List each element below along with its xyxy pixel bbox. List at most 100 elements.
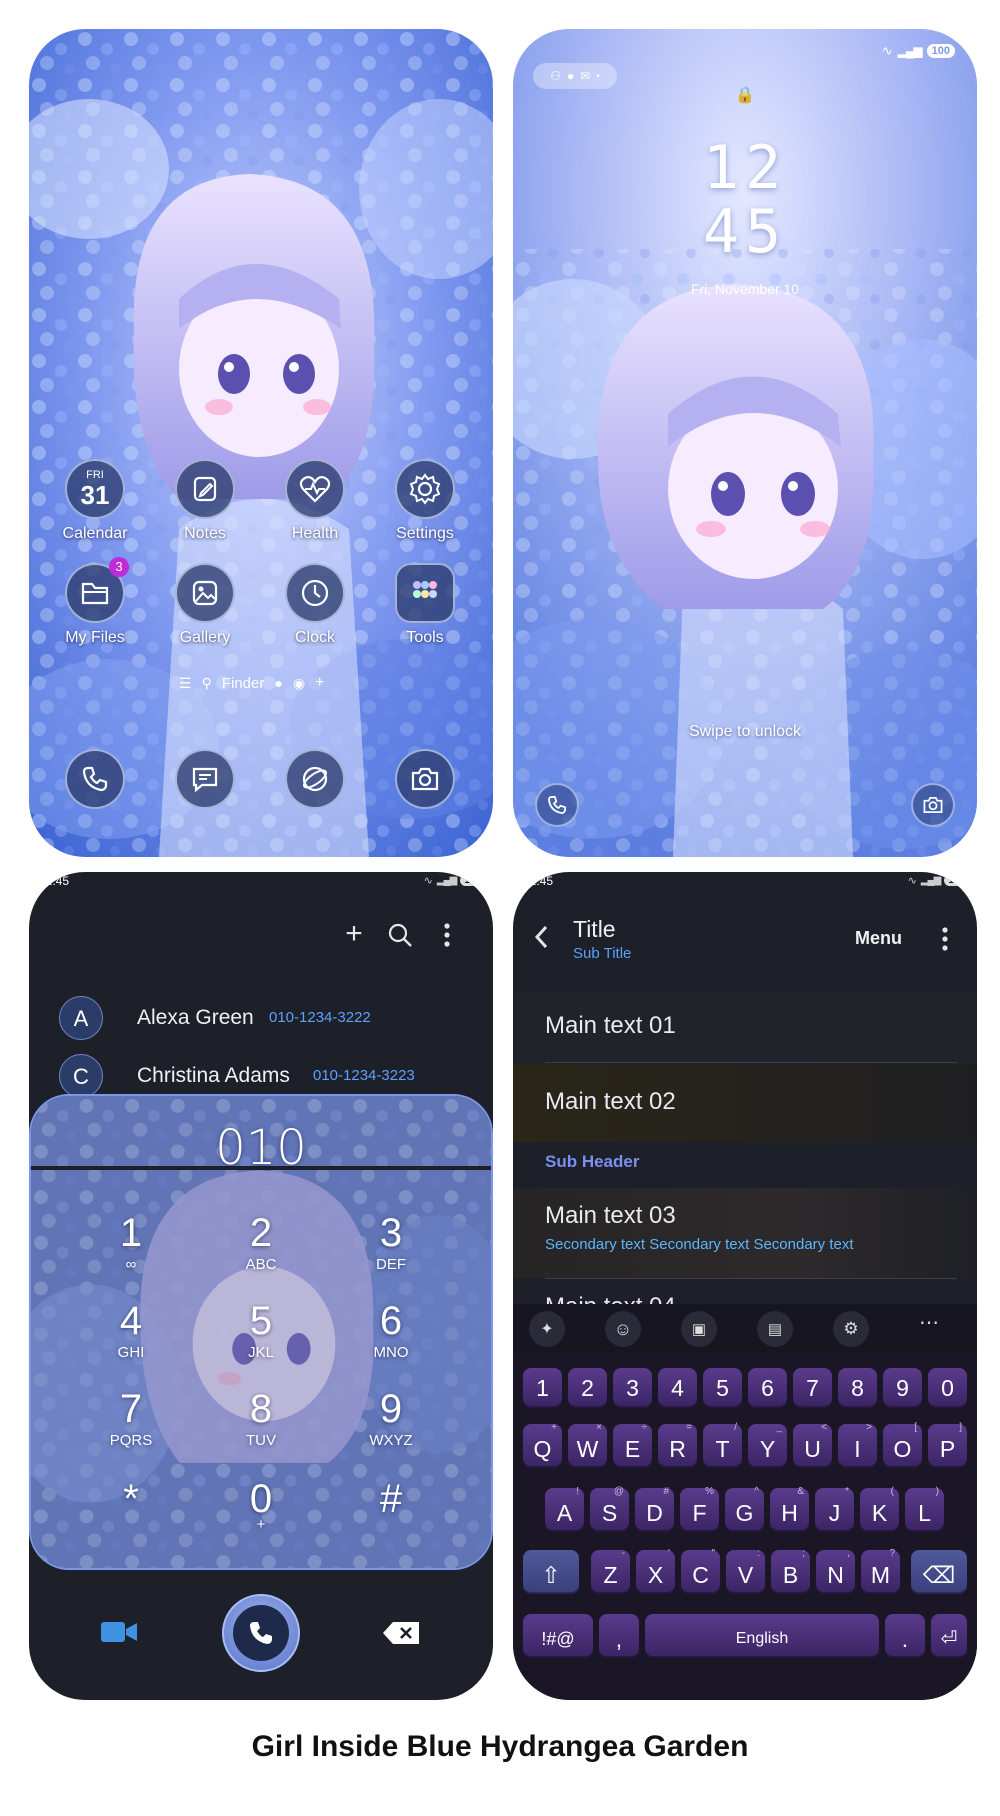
key-0[interactable]: 0 [928, 1368, 967, 1408]
status-time: 12:45 [523, 874, 554, 888]
contact-number: 010-1234-3222 [269, 1009, 371, 1026]
app-settings[interactable]: Settings [375, 459, 475, 543]
dial-key-0[interactable]: 0 + [201, 1478, 321, 1533]
app-gallery[interactable]: Gallery [155, 563, 255, 647]
app-notes[interactable]: Notes [155, 459, 255, 543]
key-6[interactable]: 6 [748, 1368, 787, 1408]
notification-icons[interactable]: ⚇ ● ✉ • [533, 63, 617, 89]
list-item[interactable]: Main text 04 [513, 1279, 977, 1304]
gear-icon[interactable]: ⚙ [833, 1311, 869, 1347]
app-tools[interactable]: Tools [375, 563, 475, 647]
contact-row[interactable]: C Christina Adams 010-1234-3223 [29, 1050, 493, 1100]
shift-key[interactable]: ⇧ [523, 1550, 579, 1594]
finder-bar[interactable]: ☰ ⚲ Finder ● ◉ + [179, 673, 324, 693]
key-d[interactable]: D # [635, 1486, 674, 1532]
dial-key-7[interactable]: 7 PQRS [71, 1388, 191, 1449]
page-title: Title [573, 916, 616, 942]
calendar-icon: FRI 31 [65, 459, 125, 519]
camera-icon [923, 797, 943, 813]
dialed-number[interactable]: 010 [29, 1120, 493, 1176]
list-item[interactable]: Main text 02 [513, 1064, 977, 1142]
key-4[interactable]: 4 [658, 1368, 697, 1408]
phone-icon [65, 749, 125, 809]
key-f[interactable]: F% [680, 1486, 719, 1532]
key-q[interactable]: Q + [523, 1422, 562, 1468]
key-r[interactable]: R = [658, 1422, 697, 1468]
back-arrow-icon[interactable] [533, 924, 549, 950]
menu-button[interactable]: Menu [855, 928, 902, 949]
key-x[interactable]: X ' [636, 1548, 675, 1594]
caption-title: Girl Inside Blue Hydrangea Garden [251, 1730, 749, 1763]
key-8[interactable]: 8 [838, 1368, 877, 1408]
key-y[interactable]: Y _ [748, 1422, 787, 1468]
key-z[interactable]: Z- [591, 1548, 630, 1594]
key-7[interactable]: 7 [793, 1368, 832, 1408]
comma-key[interactable]: , [599, 1614, 639, 1658]
dock-messages[interactable] [155, 749, 255, 809]
dial-key-2[interactable]: 2 ABC [201, 1212, 321, 1273]
dock-browser[interactable] [265, 749, 365, 809]
dial-key-hash[interactable]: # [331, 1478, 451, 1520]
call-button[interactable] [222, 1594, 300, 1672]
key-s[interactable]: S @ [590, 1486, 629, 1532]
key-3[interactable]: 3 [613, 1368, 652, 1408]
dial-key-4[interactable]: 4 GHI [71, 1300, 191, 1361]
key-1[interactable]: 1 [523, 1368, 562, 1408]
dial-key-star[interactable]: * [71, 1478, 191, 1520]
backspace-key[interactable]: ⌫ [911, 1550, 967, 1594]
enter-key[interactable]: ⏎ [931, 1614, 967, 1658]
symbols-key[interactable]: !#@ [523, 1614, 593, 1658]
dock-camera[interactable] [375, 749, 475, 809]
key-w[interactable]: W × [568, 1422, 607, 1468]
key-2[interactable]: 2 [568, 1368, 607, 1408]
emoji-icon[interactable]: ☺ [605, 1311, 641, 1347]
dock-phone[interactable] [45, 749, 145, 809]
dial-key-6[interactable]: 6 MNO [331, 1300, 451, 1361]
search-icon[interactable] [387, 922, 413, 948]
key-a[interactable]: A! [545, 1486, 584, 1532]
key-n[interactable]: N, [816, 1548, 855, 1594]
more-options-icon[interactable] [941, 926, 949, 952]
ai-sparkle-icon[interactable]: ✦ [529, 1311, 565, 1347]
contact-row[interactable]: A Alexa Green 010-1234-3222 [29, 992, 493, 1042]
key-e[interactable]: E ÷ [613, 1422, 652, 1468]
clipboard-icon[interactable]: ▤ [757, 1311, 793, 1347]
period-key[interactable]: . [885, 1614, 925, 1658]
lock-phone-shortcut[interactable] [535, 783, 579, 827]
key-c[interactable]: C " [681, 1548, 720, 1594]
key-j[interactable]: J * [815, 1486, 854, 1532]
key-b[interactable]: B; [771, 1548, 810, 1594]
key-k[interactable]: K( [860, 1486, 899, 1532]
more-options-icon[interactable] [443, 922, 451, 948]
key-i[interactable]: I > [838, 1422, 877, 1468]
key-p[interactable]: P] [928, 1422, 967, 1468]
dial-key-9[interactable]: 9 WXYZ [331, 1388, 451, 1449]
dial-key-3[interactable]: 3 DEF [331, 1212, 451, 1273]
key-9[interactable]: 9 [883, 1368, 922, 1408]
key-g[interactable]: G ^ [725, 1486, 764, 1532]
add-contact-icon[interactable]: + [339, 919, 369, 950]
key-o[interactable]: O[ [883, 1422, 922, 1468]
key-l[interactable]: L) [905, 1486, 944, 1532]
dial-key-8[interactable]: 8 TUV [201, 1388, 321, 1449]
space-key[interactable]: English [645, 1614, 879, 1658]
video-call-icon[interactable] [99, 1618, 139, 1646]
dial-key-5[interactable]: 5 JKL [201, 1300, 321, 1361]
list-item[interactable]: Main text 01 [513, 992, 977, 1064]
key-v[interactable]: V: [726, 1548, 765, 1594]
app-clock[interactable]: Clock [265, 563, 365, 647]
lock-camera-shortcut[interactable] [911, 783, 955, 827]
app-health[interactable]: Health [265, 459, 365, 543]
list-item[interactable]: Main text 03 Secondary text Secondary te… [513, 1188, 977, 1278]
key-h[interactable]: H & [770, 1486, 809, 1532]
app-my-files[interactable]: 3 My Files [45, 557, 145, 647]
backspace-icon[interactable] [381, 1620, 421, 1646]
key-5[interactable]: 5 [703, 1368, 742, 1408]
key-u[interactable]: U < [793, 1422, 832, 1468]
app-calendar[interactable]: FRI 31 Calendar [45, 459, 145, 543]
sticker-icon[interactable]: ▣ [681, 1311, 717, 1347]
key-t[interactable]: T / [703, 1422, 742, 1468]
key-m[interactable]: M? [861, 1548, 900, 1594]
dial-key-1[interactable]: 1 ∞ [71, 1212, 191, 1273]
more-icon[interactable]: ⋯ [919, 1310, 939, 1335]
